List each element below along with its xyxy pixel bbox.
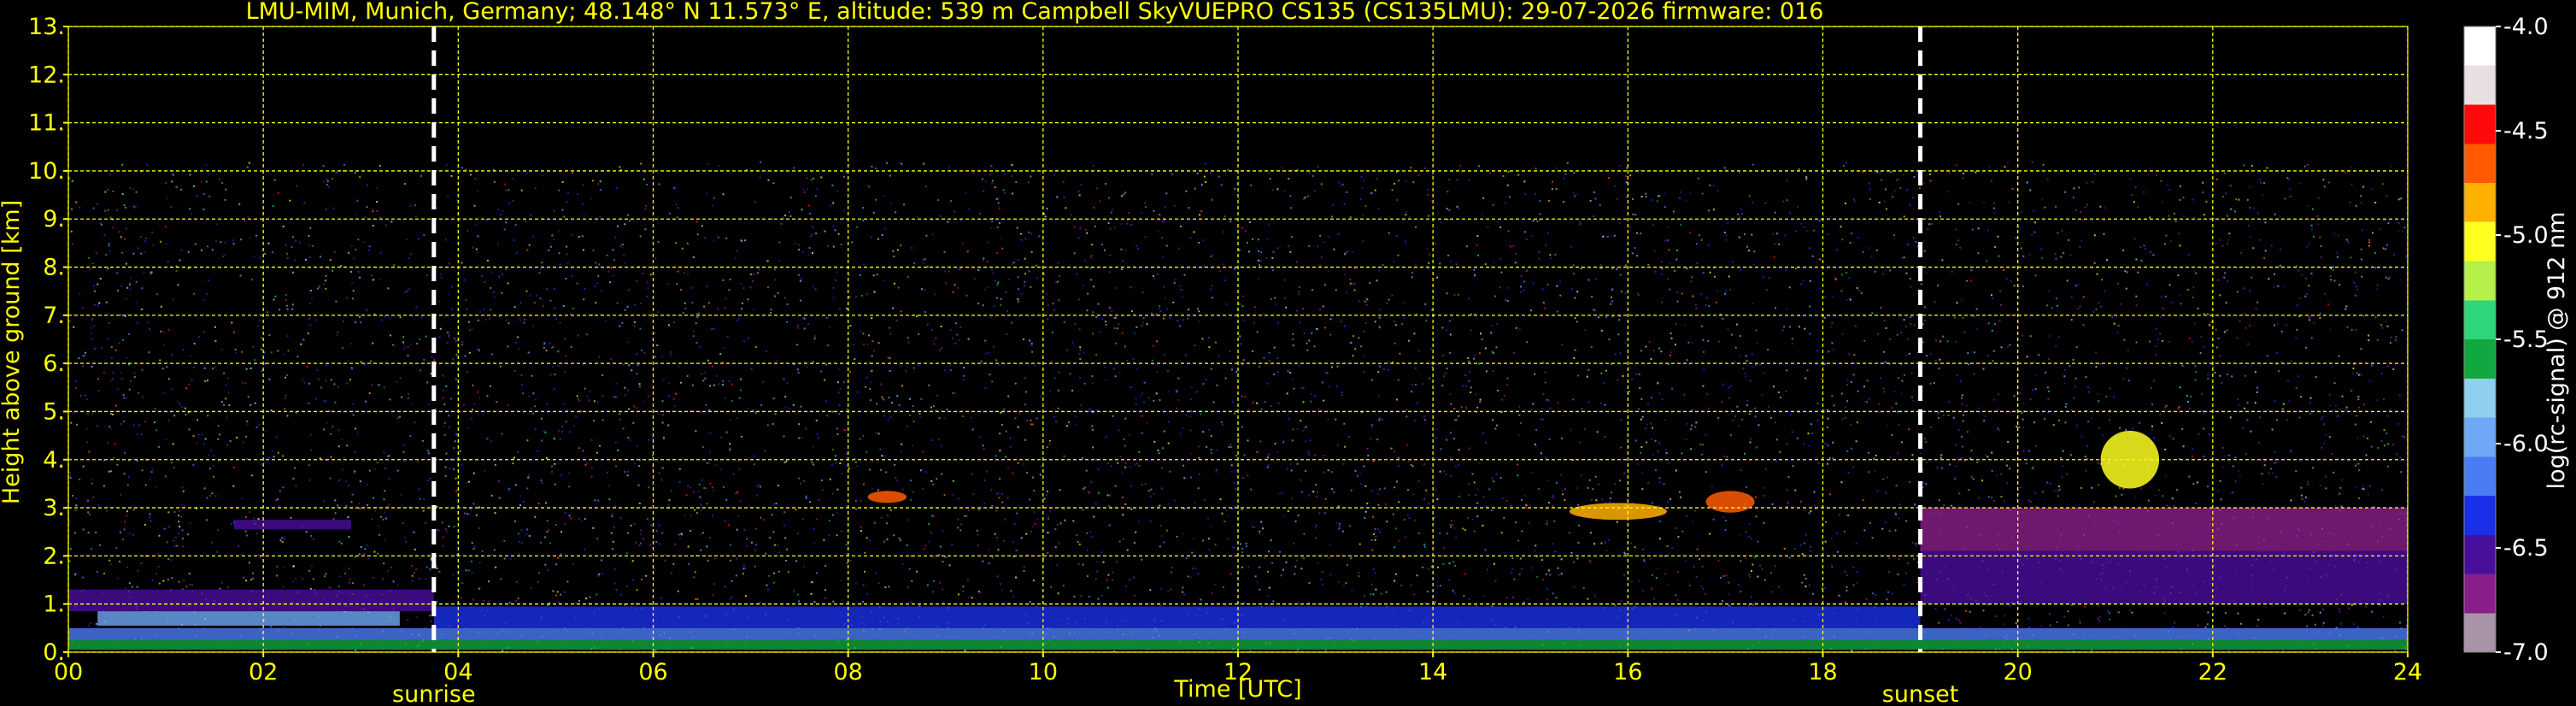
colorbar-tick-label: -4.0 xyxy=(2503,14,2549,40)
x-tick-label: 08 xyxy=(833,659,862,685)
aerosol-layer xyxy=(233,520,351,530)
y-tick-label: 4. xyxy=(43,447,65,474)
colorbar-label: log(rc-signal) @ 912 nm xyxy=(2544,212,2570,490)
x-tick-label: 22 xyxy=(2198,659,2227,685)
y-axis-label: Height above ground [km] xyxy=(0,200,25,504)
colorbar: -7.0 -6.5 -6.0 -5.5 -5.0 -4.5 -4.0 xyxy=(2463,14,2549,666)
y-tick-label: 0. xyxy=(43,639,65,666)
y-tick-label: 2. xyxy=(43,543,65,569)
colorbar-strip xyxy=(2463,26,2497,653)
aerosol-layer xyxy=(97,611,400,627)
x-tick-label: 06 xyxy=(638,659,667,685)
x-tick-label: 18 xyxy=(1808,659,1837,685)
x-tick-label: 04 xyxy=(443,659,472,685)
colorbar-tick-label: -5.0 xyxy=(2503,222,2549,249)
y-tick-label: 12. xyxy=(28,62,65,88)
y-tick-label: 3. xyxy=(43,495,65,521)
cloud-feature xyxy=(1705,491,1755,513)
aerosol-layer xyxy=(68,589,434,612)
y-tick-label: 11. xyxy=(28,110,65,137)
colorbar-tick-label: -5.5 xyxy=(2503,327,2549,353)
y-tick-label: 10. xyxy=(28,158,65,185)
x-axis-label: Time [UTC] xyxy=(1173,676,1301,703)
colorbar-tick-label: -6.0 xyxy=(2503,431,2549,457)
aerosol-layer xyxy=(1920,550,2408,604)
y-axis-ticks: 0. 1. 2. 3. 4. 5. 6. 7. 8. 9. 10. 11. 12. 13. xyxy=(28,14,68,666)
cloud-feature xyxy=(1569,503,1667,521)
x-tick-label: 16 xyxy=(1613,659,1642,685)
y-tick-label: 8. xyxy=(43,255,65,281)
colorbar-tick-label: -7.0 xyxy=(2503,639,2549,666)
chart-canvas: sunrise sunset 00 02 04 06 08 10 12 14 16 18 20 22 24… xyxy=(0,0,2570,706)
y-tick-label: 6. xyxy=(43,350,65,377)
ceilometer-backscatter-chart: sunrise sunset 00 02 04 06 08 10 12 14 16 18 20 22 24… xyxy=(0,0,2576,706)
y-tick-label: 9. xyxy=(43,206,65,232)
y-tick-label: 13. xyxy=(28,14,65,40)
x-tick-label: 10 xyxy=(1029,659,1058,685)
cloud-feature xyxy=(867,491,907,503)
y-tick-label: 5. xyxy=(43,398,65,425)
event-label: sunset xyxy=(1882,681,1959,706)
x-tick-label: 24 xyxy=(2393,659,2422,685)
chart-title: LMU-MIM, Munich, Germany; 48.148° N 11.5… xyxy=(246,0,1824,25)
aerosol-layer xyxy=(433,606,1921,628)
x-tick-label: 20 xyxy=(2003,659,2032,685)
y-tick-label: 1. xyxy=(43,591,65,618)
colorbar-tick-label: -6.5 xyxy=(2503,535,2549,562)
y-tick-label: 7. xyxy=(43,303,65,329)
x-tick-label: 02 xyxy=(249,659,278,685)
colorbar-tick-label: -4.5 xyxy=(2503,118,2549,144)
x-tick-label: 14 xyxy=(1418,659,1447,685)
aerosol-layer xyxy=(1920,508,2408,551)
